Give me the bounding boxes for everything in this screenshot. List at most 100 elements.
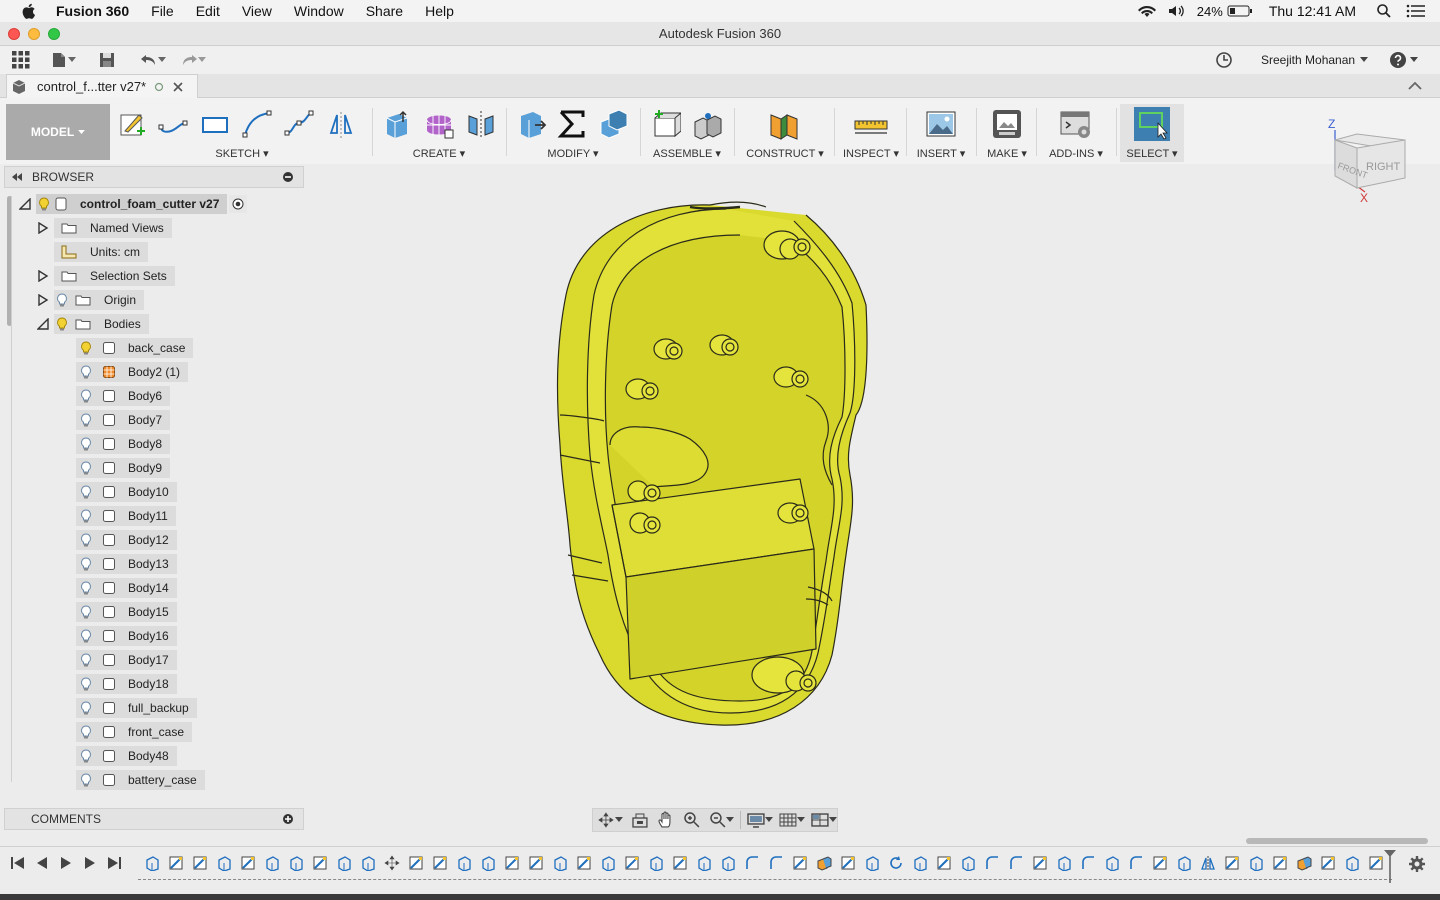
make-menu[interactable]: MAKE ▾ [980, 147, 1034, 160]
visibility-bulb-off-icon[interactable] [78, 677, 94, 691]
close-tab-icon[interactable] [172, 81, 184, 93]
body-node[interactable]: Body6 [76, 386, 171, 406]
root-component-node[interactable]: control_foam_cutter v27 [36, 194, 228, 214]
timeline-extrude-feature-icon[interactable] [456, 855, 472, 871]
fit-zoom-window-icon[interactable] [709, 811, 727, 829]
visibility-bulb-icon[interactable] [36, 197, 52, 211]
tree-row-selection-sets[interactable]: Selection Sets [36, 266, 175, 286]
timeline-extrude-feature-icon[interactable] [1248, 855, 1264, 871]
body-node[interactable]: Body11 [76, 506, 176, 526]
activate-component-radio[interactable] [229, 195, 248, 213]
spotlight-icon[interactable] [1376, 3, 1392, 19]
assemble-menu[interactable]: ASSEMBLE ▾ [644, 147, 730, 160]
body-node[interactable]: Body9 [76, 458, 171, 478]
offset-plane-icon[interactable] [765, 107, 805, 141]
sketch-menu[interactable]: SKETCH ▾ [112, 147, 372, 160]
named-views-node[interactable]: Named Views [54, 218, 172, 238]
help-menu[interactable] [1389, 51, 1418, 69]
body-row[interactable]: Body15 [76, 602, 177, 622]
body-node[interactable]: Body17 [76, 650, 177, 670]
body-row[interactable]: Body2 (1) [76, 362, 189, 382]
browser-header[interactable]: BROWSER [4, 166, 304, 188]
new-component-icon[interactable] [649, 108, 681, 140]
timeline-fillet-feature-icon[interactable] [984, 855, 1000, 871]
view-cube-right-label[interactable]: RIGHT [1366, 161, 1401, 173]
visibility-bulb-icon[interactable] [54, 317, 70, 331]
insert-menu[interactable]: INSERT ▾ [910, 147, 972, 160]
data-panel-grid-icon[interactable] [12, 51, 30, 69]
timeline-sketch-feature-icon[interactable] [1368, 855, 1384, 871]
timeline-sketch-feature-icon[interactable] [1272, 855, 1288, 871]
create-menu[interactable]: CREATE ▾ [376, 147, 502, 160]
timeline-extrude-feature-icon[interactable] [288, 855, 304, 871]
orbit-icon[interactable] [597, 812, 615, 828]
zoom-window-button[interactable] [48, 28, 60, 40]
workspace-switcher-button[interactable]: MODEL [6, 104, 110, 160]
body-node[interactable]: Body13 [76, 554, 177, 574]
body-node[interactable]: Body10 [76, 482, 177, 502]
timeline-extrude-feature-icon[interactable] [264, 855, 280, 871]
body-row[interactable]: Body8 [76, 434, 171, 454]
timeline-extrude-feature-icon[interactable] [360, 855, 376, 871]
timeline-combine-feature-icon[interactable] [1296, 855, 1312, 871]
play-icon[interactable] [56, 855, 76, 871]
go-to-end-icon[interactable] [104, 855, 124, 871]
timeline-fillet-feature-icon[interactable] [1008, 855, 1024, 871]
body-row[interactable]: full_backup [76, 698, 197, 718]
visibility-bulb-off-icon[interactable] [78, 605, 94, 619]
visibility-bulb-off-icon[interactable] [78, 629, 94, 643]
visibility-bulb-off-icon[interactable] [78, 653, 94, 667]
timeline-sketch-feature-icon[interactable] [408, 855, 424, 871]
tree-row-root[interactable]: control_foam_cutter v27 [18, 194, 248, 214]
units-node[interactable]: Units: cm [54, 242, 149, 262]
timeline-fillet-feature-icon[interactable] [1128, 855, 1144, 871]
body-node[interactable]: Body48 [76, 746, 177, 766]
body-row[interactable]: Body6 [76, 386, 171, 406]
3d-print-icon[interactable] [991, 108, 1023, 140]
undo-button[interactable] [140, 53, 166, 67]
timeline-settings-gear-icon[interactable] [1408, 855, 1426, 873]
grid-settings-icon[interactable] [779, 812, 797, 828]
display-settings-icon[interactable] [747, 812, 766, 828]
compute-all-sigma-icon[interactable] [557, 108, 587, 140]
timeline-extrude-feature-icon[interactable] [480, 855, 496, 871]
body-node[interactable]: Body7 [76, 410, 171, 430]
timeline-sketch-feature-icon[interactable] [432, 855, 448, 871]
timeline-extrude-feature-icon[interactable] [696, 855, 712, 871]
menu-share[interactable]: Share [366, 3, 403, 19]
body-row[interactable]: Body7 [76, 410, 171, 430]
body-row[interactable]: Body16 [76, 626, 177, 646]
step-back-icon[interactable] [32, 855, 52, 871]
battery-icon[interactable] [1227, 4, 1253, 18]
collapse-browser-icon[interactable] [11, 172, 23, 182]
view-cube[interactable]: Z X FRONT RIGHT [1318, 110, 1418, 210]
chevron-down-icon[interactable] [614, 817, 623, 823]
save-icon[interactable] [98, 51, 116, 69]
timeline-extrude-feature-icon[interactable] [144, 855, 160, 871]
combine-icon[interactable] [597, 108, 631, 140]
body-node[interactable]: Body8 [76, 434, 171, 454]
visibility-bulb-off-icon[interactable] [78, 365, 94, 379]
visibility-bulb-off-icon[interactable] [78, 485, 94, 499]
timeline-extrude-feature-icon[interactable] [1176, 855, 1192, 871]
collapse-ribbon-icon[interactable] [1408, 81, 1422, 91]
timeline-rotate-feature-icon[interactable] [888, 855, 904, 871]
timeline-sketch-feature-icon[interactable] [936, 855, 952, 871]
timeline-sketch-feature-icon[interactable] [504, 855, 520, 871]
timeline-sketch-feature-icon[interactable] [528, 855, 544, 871]
chevron-down-icon[interactable] [765, 817, 774, 823]
create-sketch-icon[interactable] [117, 109, 147, 139]
step-forward-icon[interactable] [80, 855, 100, 871]
timeline-extrude-feature-icon[interactable] [1056, 855, 1072, 871]
timeline-sketch-feature-icon[interactable] [312, 855, 328, 871]
body-row[interactable]: battery_case [76, 770, 205, 790]
bodies-folder-node[interactable]: Bodies [54, 314, 149, 334]
redo-button[interactable] [180, 53, 206, 67]
body-node[interactable]: Body12 [76, 530, 177, 550]
visibility-bulb-icon[interactable] [78, 341, 94, 355]
timeline-fillet-feature-icon[interactable] [1080, 855, 1096, 871]
go-to-start-icon[interactable] [8, 855, 28, 871]
expand-triangle-closed-icon[interactable] [36, 290, 50, 310]
timeline-fillet-feature-icon[interactable] [768, 855, 784, 871]
user-account-menu[interactable]: Sreejith Mohanan [1261, 53, 1369, 67]
